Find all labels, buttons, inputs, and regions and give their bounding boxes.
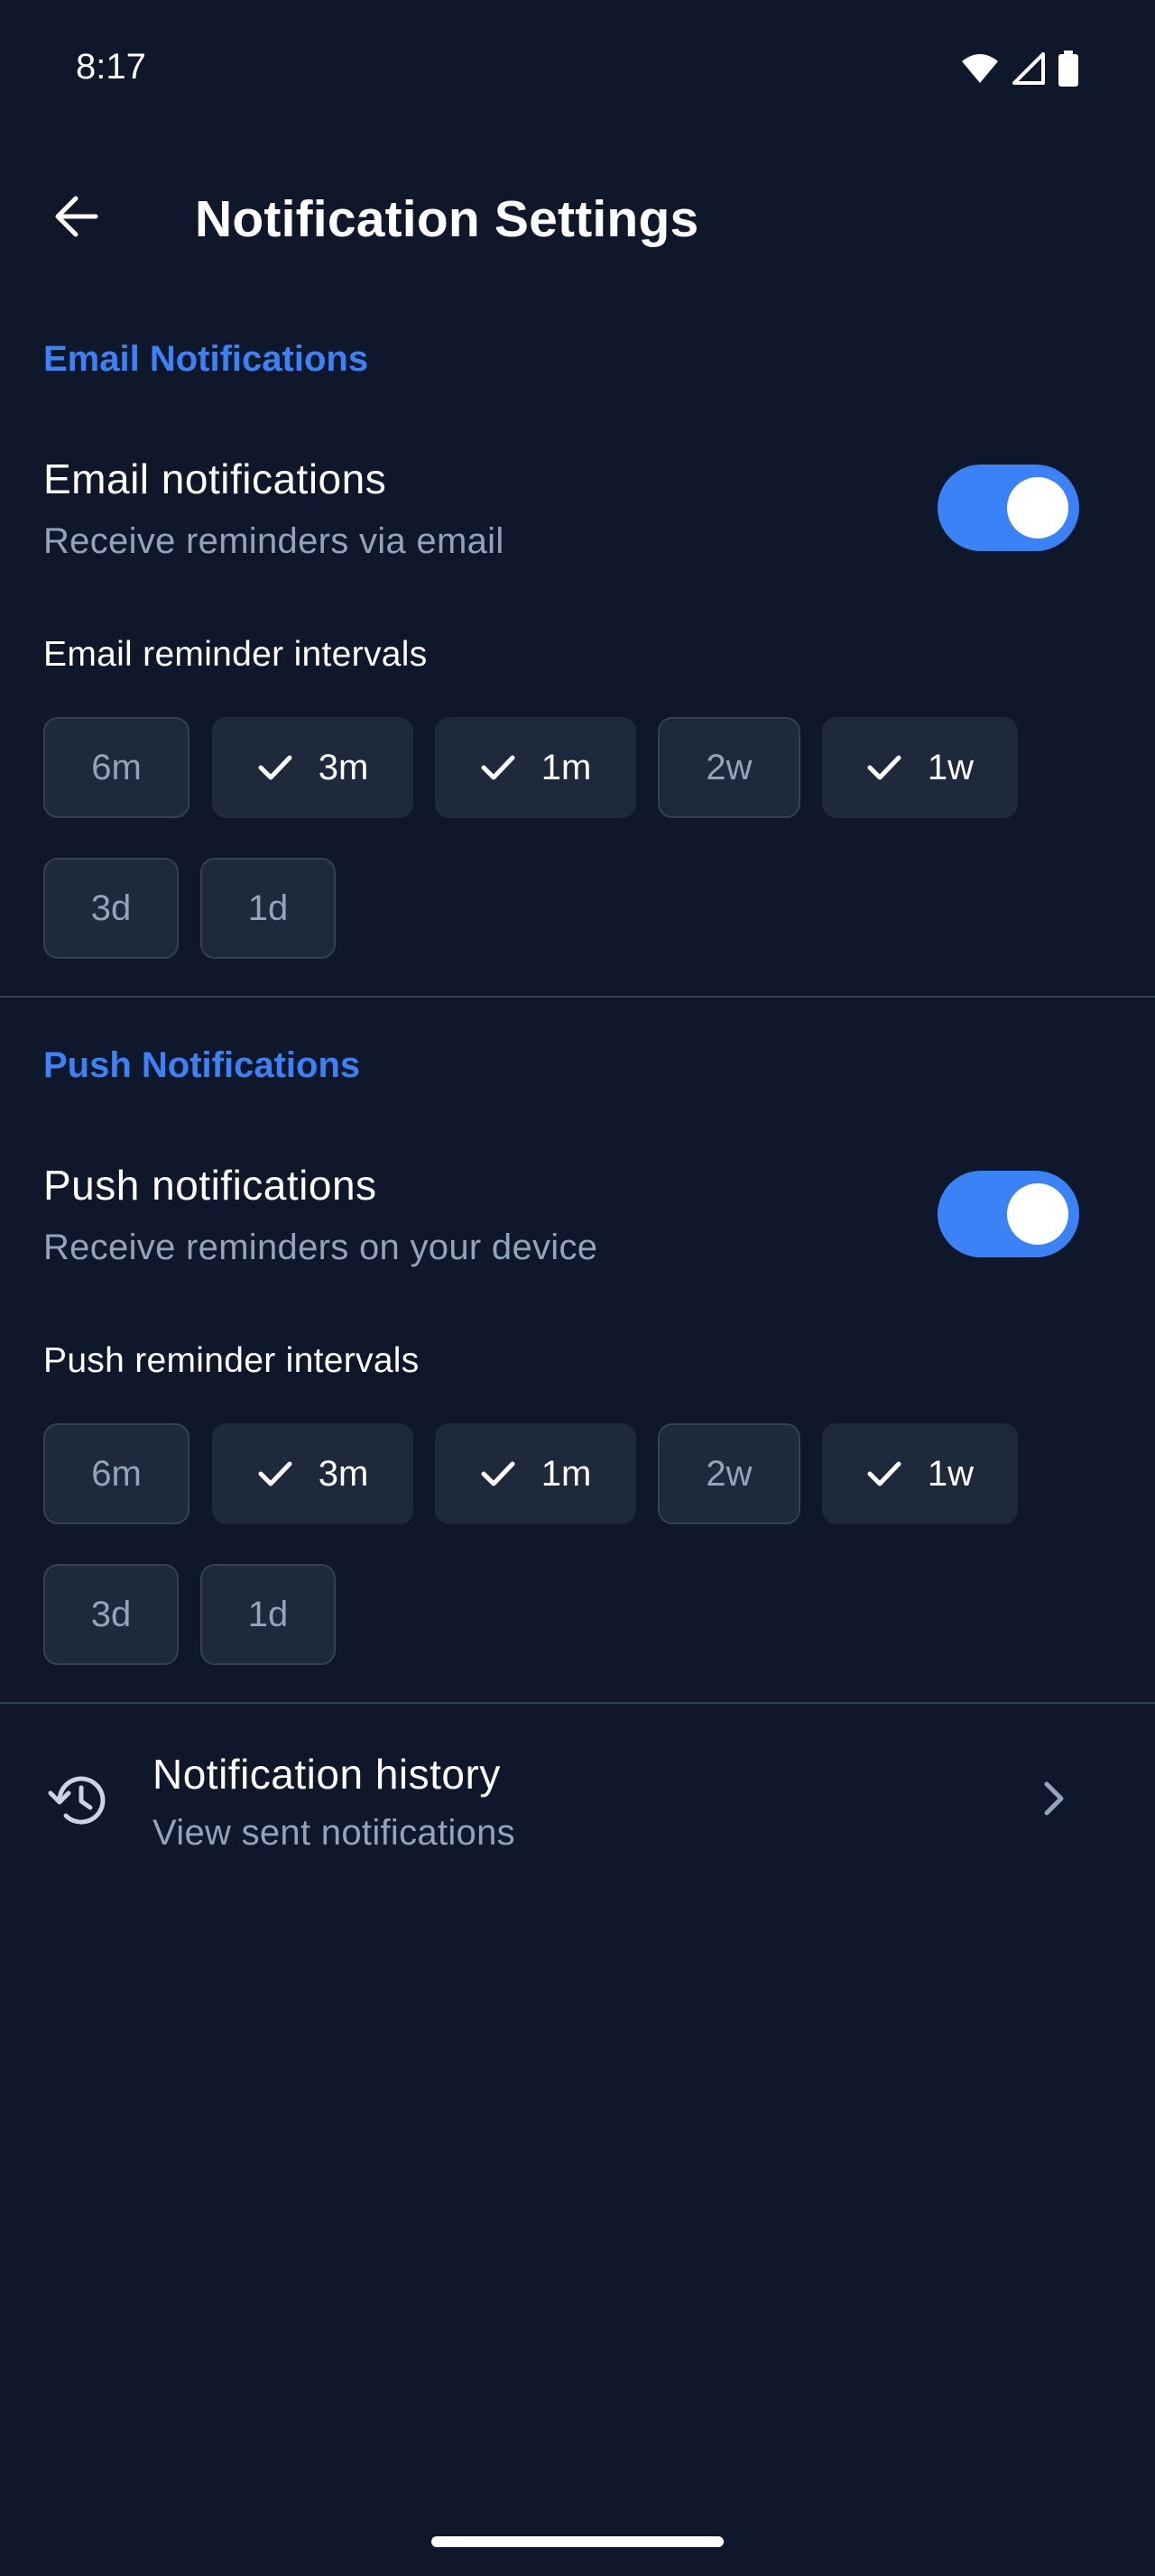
chip-label: 6m xyxy=(91,747,142,787)
email-interval-chip[interactable]: 6m xyxy=(43,717,189,818)
check-icon xyxy=(257,1459,293,1488)
status-icons xyxy=(960,51,1079,87)
email-notifications-title: Email notifications xyxy=(43,455,387,502)
app-bar: Notification Settings xyxy=(0,162,1155,274)
check-icon xyxy=(866,1459,902,1488)
battery-icon xyxy=(1058,51,1079,87)
check-icon xyxy=(257,753,293,782)
back-button[interactable] xyxy=(40,182,112,254)
email-notifications-toggle[interactable] xyxy=(938,465,1079,551)
notification-history-subtitle: View sent notifications xyxy=(152,1813,515,1853)
push-interval-chip[interactable]: 1m xyxy=(435,1423,636,1524)
chip-label: 2w xyxy=(706,747,753,787)
signal-icon xyxy=(1012,52,1045,85)
toggle-knob xyxy=(1007,1183,1068,1245)
check-icon xyxy=(866,753,902,782)
wifi-icon xyxy=(960,52,1000,85)
chip-label: 1w xyxy=(927,1453,975,1494)
push-notifications-toggle[interactable] xyxy=(938,1171,1079,1257)
status-bar: 8:17 xyxy=(0,0,1155,135)
push-notifications-subtitle: Receive reminders on your device xyxy=(43,1228,598,1267)
push-interval-chip[interactable]: 1d xyxy=(200,1564,336,1665)
section-divider xyxy=(0,996,1155,998)
email-interval-chip[interactable]: 3m xyxy=(212,717,413,818)
toggle-knob xyxy=(1007,477,1068,538)
chip-label: 6m xyxy=(91,1453,142,1494)
notification-history-row[interactable]: Notification history View sent notificat… xyxy=(0,1705,1155,1894)
email-notifications-subtitle: Receive reminders via email xyxy=(43,521,504,561)
email-interval-chip[interactable]: 2w xyxy=(658,717,800,818)
chip-label: 1d xyxy=(247,1594,289,1634)
chip-label: 3d xyxy=(90,1594,132,1634)
email-intervals-label: Email reminder intervals xyxy=(43,635,428,674)
email-interval-chip[interactable]: 1m xyxy=(435,717,636,818)
push-interval-chip[interactable]: 3d xyxy=(43,1564,179,1665)
push-interval-chip[interactable]: 1w xyxy=(822,1423,1018,1524)
push-interval-chip[interactable]: 2w xyxy=(658,1423,800,1524)
notification-history-title: Notification history xyxy=(152,1751,501,1798)
push-section-header: Push Notifications xyxy=(43,1045,361,1085)
chip-label: 3d xyxy=(90,888,132,928)
page-title: Notification Settings xyxy=(195,190,699,248)
chip-label: 1d xyxy=(247,888,289,928)
push-interval-chip[interactable]: 3m xyxy=(212,1423,413,1524)
check-icon xyxy=(480,1459,516,1488)
email-section-header: Email Notifications xyxy=(43,339,369,379)
chip-label: 3m xyxy=(318,1453,369,1494)
arrow-back-icon xyxy=(51,191,101,246)
chevron-right-icon xyxy=(1036,1777,1072,1825)
chip-label: 1w xyxy=(927,747,975,787)
section-divider xyxy=(0,1702,1155,1704)
push-interval-chip[interactable]: 6m xyxy=(43,1423,189,1524)
chip-label: 1m xyxy=(541,747,592,787)
chip-label: 3m xyxy=(318,747,369,787)
chip-label: 1m xyxy=(541,1453,592,1494)
check-icon xyxy=(480,753,516,782)
chip-label: 2w xyxy=(706,1453,753,1494)
history-icon xyxy=(43,1771,108,1834)
email-interval-chip[interactable]: 1d xyxy=(200,858,336,959)
email-interval-chip[interactable]: 3d xyxy=(43,858,179,959)
home-indicator[interactable] xyxy=(431,2536,724,2547)
email-interval-chip[interactable]: 1w xyxy=(822,717,1018,818)
status-time: 8:17 xyxy=(76,47,146,87)
push-notifications-title: Push notifications xyxy=(43,1162,377,1209)
push-intervals-label: Push reminder intervals xyxy=(43,1341,420,1380)
